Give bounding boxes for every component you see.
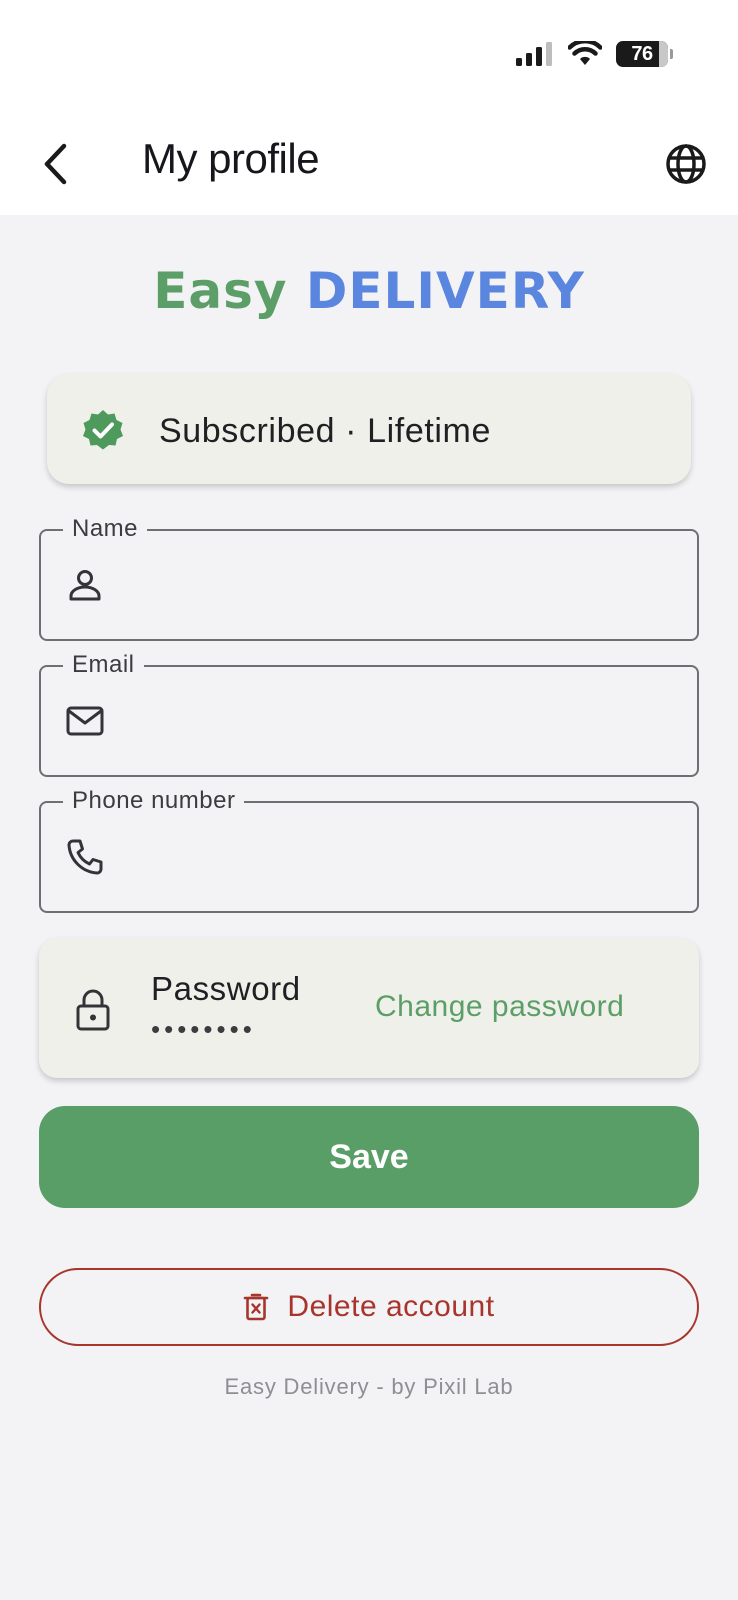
person-icon — [69, 570, 101, 601]
back-button[interactable] — [30, 134, 80, 194]
phone-label: Phone number — [63, 786, 245, 816]
change-password-button[interactable]: Change password — [375, 990, 624, 1024]
email-field[interactable]: Email — [39, 650, 699, 777]
delete-account-label: Delete account — [287, 1290, 495, 1323]
phone-icon — [67, 839, 103, 875]
battery-level: 76 — [631, 42, 653, 65]
password-card: Password •••••••• Change password — [39, 938, 699, 1078]
app-bar: My profile — [0, 110, 738, 215]
phone-input[interactable] — [131, 833, 671, 883]
trash-icon — [244, 1293, 269, 1321]
wifi-icon — [568, 41, 602, 65]
status-icons: 76 — [516, 38, 673, 70]
logo-delivery: DELIVERY — [305, 262, 585, 320]
verified-badge-icon — [83, 410, 123, 450]
subscription-card: Subscribed · Lifetime — [47, 374, 691, 484]
chevron-left-icon — [44, 143, 67, 185]
lock-icon — [76, 989, 110, 1031]
footer-credit: Easy Delivery - by Pixil Lab — [224, 1374, 514, 1399]
password-label: Password — [151, 970, 301, 1007]
password-masked: •••••••• — [151, 1014, 256, 1044]
name-input[interactable] — [131, 561, 671, 611]
app-logo: Easy DELIVERY — [0, 262, 738, 320]
status-bar: 76 — [0, 0, 738, 110]
language-button[interactable] — [658, 136, 714, 192]
globe-icon — [666, 144, 706, 184]
subscription-status: Subscribed · Lifetime — [159, 412, 491, 450]
page-title: My profile — [142, 135, 320, 182]
name-label: Name — [63, 514, 148, 544]
battery-indicator: 76 — [616, 41, 673, 67]
email-input[interactable] — [131, 697, 671, 747]
delete-account-button[interactable]: Delete account — [39, 1268, 699, 1346]
mail-icon — [66, 706, 104, 736]
cellular-signal-icon — [516, 42, 552, 66]
name-field[interactable]: Name — [39, 514, 699, 641]
phone-field[interactable]: Phone number — [39, 786, 699, 913]
logo-easy: Easy — [153, 262, 288, 320]
save-button[interactable]: Save — [39, 1106, 699, 1208]
email-label: Email — [63, 650, 144, 680]
